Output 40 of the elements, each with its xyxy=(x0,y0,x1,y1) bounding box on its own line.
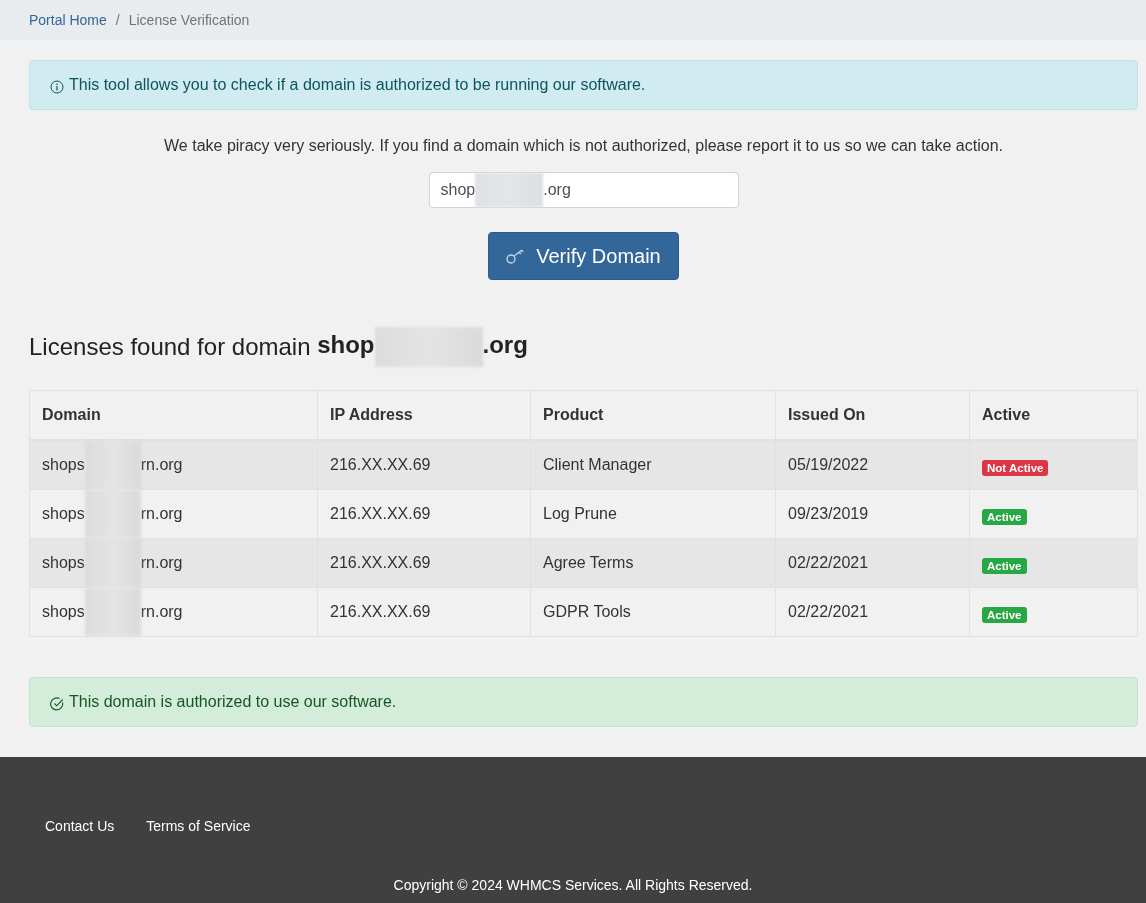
breadcrumb-separator: / xyxy=(114,12,121,28)
footer-link[interactable]: Contact Us xyxy=(45,818,115,834)
table-cell: Agree Terms xyxy=(530,538,776,588)
copyright-text: Copyright © 2024 WHMCS Services. All Rights Reserved. xyxy=(392,877,754,893)
domain-text: shops xyxy=(42,603,85,621)
table-cell: 216.XX.XX.69 xyxy=(317,538,531,588)
status-badge: Not Active xyxy=(982,460,1049,476)
status-badge: Active xyxy=(982,558,1027,574)
domain-text: shops xyxy=(42,505,85,523)
alert-text: This domain is authorized to use our software. xyxy=(69,693,397,711)
heading-domain: shop .org xyxy=(317,327,528,367)
info-icon xyxy=(50,80,64,94)
redaction-blur xyxy=(475,173,544,207)
table-cell: Client Manager xyxy=(530,440,776,490)
table-cell: GDPR Tools xyxy=(530,587,776,637)
table-cell: Log Prune xyxy=(530,489,776,539)
status-badge: Active xyxy=(982,607,1027,623)
heading-text: Licenses found for domain xyxy=(29,333,312,361)
domain-text: rn.org xyxy=(140,505,183,523)
domain-text: rn.org xyxy=(140,554,183,572)
verify-domain-button[interactable]: Verify Domain xyxy=(488,232,679,280)
breadcrumb-current: License Verification xyxy=(128,12,250,28)
check-circle-icon xyxy=(50,697,64,711)
footer-link[interactable]: Terms of Service xyxy=(146,818,251,834)
table-cell: 09/23/2019 xyxy=(775,489,970,539)
alert-text: This tool allows you to check if a domain is authorized to be running our software. xyxy=(69,76,646,94)
table-cell: 216.XX.XX.69 xyxy=(317,440,531,490)
table-cell: 216.XX.XX.69 xyxy=(317,489,531,539)
domain-text: shops xyxy=(42,554,85,572)
breadcrumb-link[interactable]: Portal Home xyxy=(29,12,107,28)
domain-field[interactable]: shop .org xyxy=(428,172,739,208)
domain-text: rn.org xyxy=(140,603,183,621)
table-cell: 216.XX.XX.69 xyxy=(317,587,531,637)
domain-text: shops xyxy=(42,456,85,474)
notice-text: We take piracy very seriously. If you find a domain which is not authorized, please report it to us so we can take action. xyxy=(164,137,1003,155)
table-cell: 02/22/2021 xyxy=(775,538,970,588)
table-cell: 02/22/2021 xyxy=(775,587,970,637)
table-cell: 05/19/2022 xyxy=(775,440,970,490)
status-badge: Active xyxy=(982,509,1027,525)
domain-text: rn.org xyxy=(140,456,183,474)
